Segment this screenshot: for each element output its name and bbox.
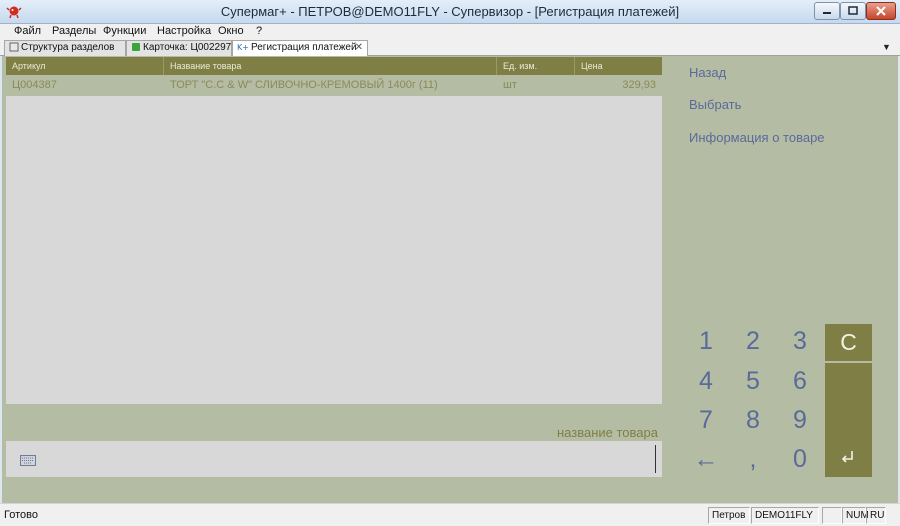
clear-button[interactable]: C [825, 324, 872, 361]
key-4[interactable]: 4 [683, 362, 729, 400]
key-1[interactable]: 1 [683, 322, 729, 360]
status-bar: Готово Петров DEMO11FLY NUM RU [0, 503, 900, 526]
key-3[interactable]: 3 [777, 322, 823, 360]
table-row[interactable]: Ц004387 ТОРТ "С.С & W" СЛИВОЧНО-КРЕМОВЫЙ… [6, 75, 662, 96]
cell-article: Ц004387 [12, 79, 57, 91]
status-user: Петров [708, 507, 750, 524]
structure-icon [9, 42, 19, 52]
tab-label: Регистрация платежей [251, 42, 357, 53]
maximize-button[interactable] [840, 2, 866, 20]
key-5[interactable]: 5 [730, 362, 776, 400]
enter-button[interactable] [825, 363, 872, 477]
status-num: NUM [842, 507, 869, 524]
key-8[interactable]: 8 [730, 401, 776, 439]
tab-close-icon[interactable]: ✕ [355, 41, 363, 55]
minimize-icon [823, 12, 831, 14]
payment-icon: K+ [237, 43, 249, 52]
menu-bar: Файл Разделы Функции Настройка Окно ? [0, 24, 900, 39]
maximize-icon [848, 6, 858, 15]
menu-functions[interactable]: Функции [103, 25, 146, 37]
tab-list-dropdown-icon[interactable]: ▼ [882, 42, 891, 52]
tab-card[interactable]: Карточка: Ц002297 [126, 40, 232, 56]
menu-settings[interactable]: Настройка [157, 25, 211, 37]
tab-structure[interactable]: Структура разделов [4, 40, 126, 56]
search-label: название товара [557, 425, 658, 440]
status-text: Готово [4, 509, 38, 521]
tab-strip: Структура разделов Карточка: Ц002297 K+ Р… [0, 39, 900, 57]
column-name[interactable]: Название товара [164, 57, 497, 75]
close-button[interactable] [866, 2, 896, 20]
cell-unit: шт [503, 79, 517, 91]
window-title: Супермаг+ - ПЕТРОВ@DEMO11FLY - Супервизо… [220, 4, 680, 19]
table-header: Артикул Название товара Ед. изм. Цена [6, 57, 662, 75]
menu-help[interactable]: ? [256, 25, 262, 37]
key-9[interactable]: 9 [777, 401, 823, 439]
menu-window[interactable]: Окно [218, 25, 244, 37]
search-area: название товара [6, 405, 662, 492]
close-icon [876, 6, 886, 16]
title-bar: Супермаг+ - ПЕТРОВ@DEMO11FLY - Супервизо… [0, 0, 900, 24]
text-caret [655, 445, 656, 473]
menu-file[interactable]: Файл [14, 25, 41, 37]
svg-text:K+: K+ [237, 43, 249, 52]
tab-label: Структура разделов [21, 42, 115, 53]
status-lang: RU [866, 507, 886, 524]
back-link[interactable]: Назад [689, 65, 726, 80]
key-0[interactable]: 0 [777, 440, 823, 478]
status-database: DEMO11FLY [751, 507, 819, 524]
enter-icon [841, 451, 853, 463]
key-2[interactable]: 2 [730, 322, 776, 360]
keyboard-icon[interactable] [20, 455, 36, 466]
status-empty [822, 507, 842, 524]
product-info-link[interactable]: Информация о товаре [689, 130, 825, 145]
key-6[interactable]: 6 [777, 362, 823, 400]
card-icon [132, 43, 140, 51]
column-price[interactable]: Цена [575, 57, 662, 75]
backspace-key[interactable]: ← [683, 440, 729, 478]
column-unit[interactable]: Ед. изм. [497, 57, 575, 75]
select-link[interactable]: Выбрать [689, 97, 741, 112]
tab-label: Карточка: Ц002297 [143, 42, 232, 53]
cell-price: 329,93 [622, 79, 656, 91]
goods-table: Артикул Название товара Ед. изм. Цена Ц0… [6, 57, 662, 404]
menu-sections[interactable]: Разделы [52, 25, 96, 37]
comma-key[interactable]: , [730, 440, 776, 478]
tab-payments[interactable]: K+ Регистрация платежей ✕ [232, 40, 368, 57]
minimize-button[interactable] [814, 2, 840, 20]
cell-name: ТОРТ "С.С & W" СЛИВОЧНО-КРЕМОВЫЙ 1400г (… [170, 79, 438, 91]
key-7[interactable]: 7 [683, 401, 729, 439]
search-input[interactable] [6, 441, 662, 477]
client-area: Артикул Название товара Ед. изм. Цена Ц0… [2, 56, 898, 503]
column-article[interactable]: Артикул [6, 57, 164, 75]
